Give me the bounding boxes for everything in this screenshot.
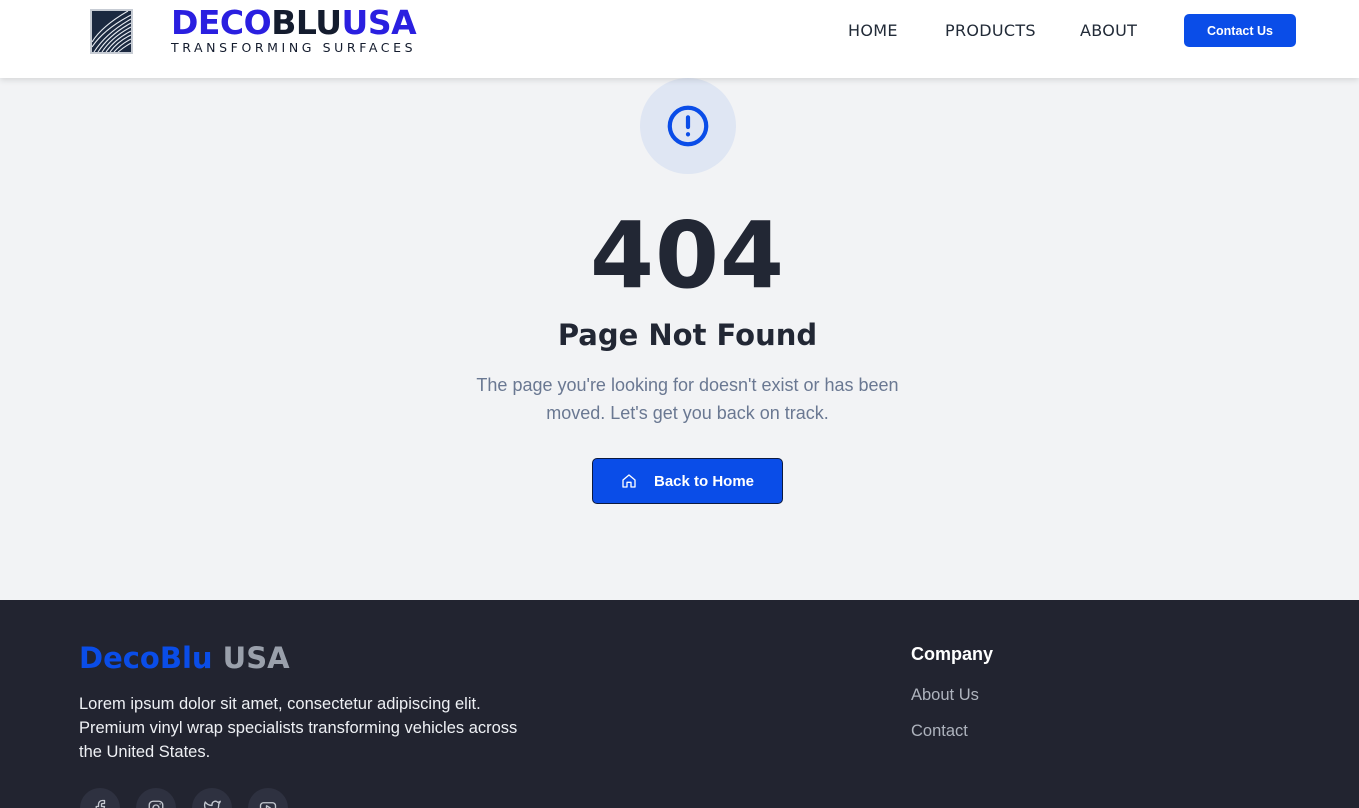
footer-link-contact[interactable]: Contact [911, 722, 968, 741]
footer-description: Lorem ipsum dolor sit amet, consectetur … [79, 695, 518, 761]
brand-name-deco: DECO [171, 3, 272, 42]
brand-name-usa: USA [341, 3, 417, 42]
site-footer: DecoBlu USA Lorem ipsum dolor sit amet, … [0, 600, 1359, 808]
instagram-icon[interactable] [136, 788, 176, 808]
footer-link-about-us[interactable]: About Us [911, 686, 979, 705]
nav-products[interactable]: PRODUCTS [945, 21, 1036, 40]
logo-icon[interactable] [90, 9, 133, 54]
brand-logo[interactable]: DECOBLUUSA TRANSFORMING SURFACES [171, 3, 417, 55]
brand-tagline: TRANSFORMING SURFACES [171, 40, 417, 55]
back-to-home-label: Back to Home [653, 472, 755, 490]
contact-us-button[interactable]: Contact Us [1184, 14, 1296, 47]
footer-brand[interactable]: DecoBlu USA [79, 640, 290, 676]
footer-company-heading: Company [911, 644, 994, 664]
footer-brand-decoblu: DecoBlu [79, 641, 213, 675]
error-code: 404 [589, 202, 786, 309]
brand-name-blu: BLU [271, 3, 342, 42]
twitter-icon[interactable] [192, 788, 232, 808]
error-message: The page you're looking for doesn't exis… [476, 375, 899, 423]
brand-name: DECOBLUUSA [171, 3, 417, 42]
footer-brand-usa: USA [222, 641, 290, 675]
nav-home[interactable]: HOME [848, 21, 898, 40]
alert-circle-icon [640, 78, 736, 174]
youtube-icon[interactable] [248, 788, 288, 808]
site-header: DECOBLUUSA TRANSFORMING SURFACES HOME PR… [0, 0, 1359, 78]
back-to-home-button[interactable]: Back to Home [592, 458, 783, 504]
nav-about[interactable]: ABOUT [1080, 21, 1137, 40]
facebook-icon[interactable] [80, 788, 120, 808]
home-icon [621, 473, 637, 489]
error-title: Page Not Found [557, 318, 818, 352]
